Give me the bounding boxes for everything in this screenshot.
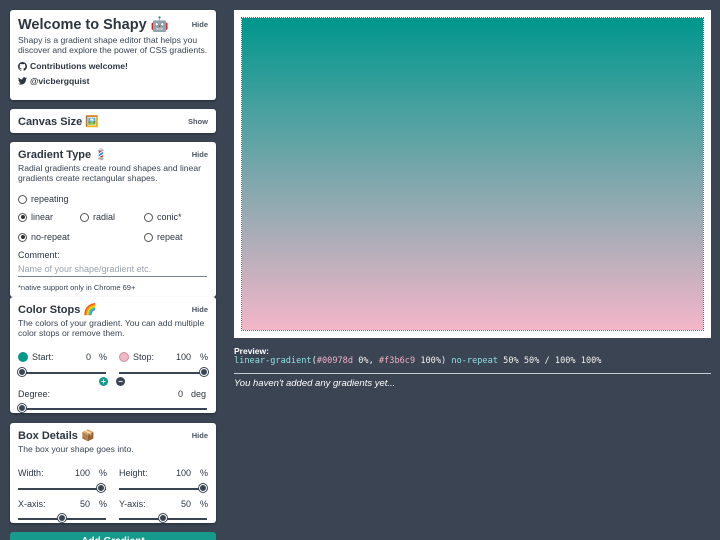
start-value[interactable]: 0 <box>61 352 91 362</box>
contributions-link[interactable]: Contributions welcome! <box>18 61 208 71</box>
preview-pos-2: 100% <box>420 356 442 366</box>
width-slider-thumb[interactable] <box>97 484 105 492</box>
box-details-hide-toggle[interactable]: Hide <box>192 431 208 440</box>
radio-circle <box>18 194 27 204</box>
add-stop-icon[interactable]: + <box>99 377 108 386</box>
stop-slider-track[interactable] <box>119 372 207 374</box>
height-slider-thumb[interactable] <box>199 484 207 492</box>
preview-divider <box>234 373 711 374</box>
radio-circle-selected <box>18 232 27 242</box>
twitter-link-label: @vicbergquist <box>30 76 90 86</box>
start-color-swatch[interactable] <box>18 352 28 362</box>
color-stops-hide-toggle[interactable]: Hide <box>192 305 208 314</box>
preview-color-1: #00978d <box>316 356 354 366</box>
radio-conic[interactable]: conic* <box>144 212 182 222</box>
xaxis-value[interactable]: 50 <box>60 499 90 509</box>
start-unit: % <box>99 352 108 362</box>
degree-label: Degree: <box>18 389 51 399</box>
gradient-type-hide-toggle[interactable]: Hide <box>192 150 208 159</box>
yaxis-label: Y-axis: <box>119 499 146 509</box>
height-slider-track[interactable] <box>119 488 207 490</box>
welcome-title: Welcome to Shapy 🤖 <box>18 17 169 33</box>
color-stops-title: Color Stops 🌈 <box>18 304 98 316</box>
conic-support-note: *native support only in Chrome 69+ <box>18 283 136 292</box>
canvas-size-show-toggle[interactable]: Show <box>188 117 208 126</box>
radio-circle <box>144 212 153 222</box>
radio-conic-label: conic* <box>157 212 182 222</box>
gradient-type-card: Gradient Type 💈 Hide Radial gradients cr… <box>10 142 216 297</box>
preview-repeat: no-repeat <box>451 356 498 366</box>
radio-repeat-label: repeat <box>157 232 183 242</box>
box-details-description: The box your shape goes into. <box>18 444 134 454</box>
add-gradient-button[interactable]: Add Gradient <box>10 532 216 540</box>
degree-unit: deg <box>191 389 207 399</box>
box-details-title: Box Details 📦 <box>18 430 95 442</box>
github-icon <box>18 61 27 71</box>
radio-linear[interactable]: linear <box>18 212 53 222</box>
degree-slider-track[interactable] <box>18 408 207 410</box>
preview-pos-1: 0% <box>358 356 369 366</box>
height-value[interactable]: 100 <box>161 468 191 478</box>
radio-circle <box>80 212 89 222</box>
degree-value[interactable]: 0 <box>153 389 183 399</box>
preview-code: linear-gradient(#00978d 0%, #f3b6c9 100%… <box>234 356 602 366</box>
stop-value[interactable]: 100 <box>161 352 191 362</box>
preview-label: Preview: <box>234 346 269 356</box>
radio-circle <box>144 232 153 242</box>
box-details-card: Box Details 📦 Hide The box your shape go… <box>10 423 216 523</box>
welcome-description: Shapy is a gradient shape editor that he… <box>18 35 208 55</box>
radio-repeat[interactable]: repeat <box>144 232 183 242</box>
twitter-link[interactable]: @vicbergquist <box>18 76 208 86</box>
stop-slider-thumb[interactable] <box>200 368 208 376</box>
contributions-link-label: Contributions welcome! <box>30 61 128 71</box>
start-label: Start: <box>32 352 54 362</box>
stop-color-swatch[interactable] <box>119 352 129 362</box>
start-slider-track[interactable] <box>18 372 106 374</box>
canvas-size-card: Canvas Size 🖼️ Show <box>10 109 216 133</box>
stop-unit: % <box>200 352 209 362</box>
gradient-type-title: Gradient Type 💈 <box>18 149 108 161</box>
yaxis-unit: % <box>200 499 209 509</box>
radio-circle-selected <box>18 212 27 222</box>
preview-function: linear-gradient <box>234 356 312 366</box>
preview-color-2: #f3b6c9 <box>378 356 416 366</box>
radio-radial-label: radial <box>93 212 116 222</box>
stop-label: Stop: <box>133 352 155 362</box>
radio-no-repeat-label: no-repeat <box>31 232 70 242</box>
remove-stop-icon[interactable]: − <box>116 377 125 386</box>
width-label: Width: <box>18 468 44 478</box>
canvas-frame <box>234 10 711 338</box>
radio-radial[interactable]: radial <box>80 212 115 222</box>
radio-no-repeat[interactable]: no-repeat <box>18 232 70 242</box>
preview-rest: 50% 50% / 100% 100% <box>503 356 602 366</box>
canvas-size-title: Canvas Size 🖼️ <box>18 116 99 128</box>
xaxis-label: X-axis: <box>18 499 46 509</box>
width-slider-track[interactable] <box>18 488 106 490</box>
radio-repeating[interactable]: repeating <box>18 194 69 204</box>
yaxis-slider-thumb[interactable] <box>159 514 167 522</box>
radio-repeating-label: repeating <box>31 194 69 204</box>
gradient-type-description: Radial gradients create round shapes and… <box>18 163 201 183</box>
empty-gradients-message: You haven't added any gradients yet... <box>234 378 396 389</box>
comment-input[interactable]: Name of your shape/gradient etc. <box>18 264 207 277</box>
welcome-card: Welcome to Shapy 🤖 Hide Shapy is a gradi… <box>10 10 216 100</box>
welcome-hide-toggle[interactable]: Hide <box>192 20 208 29</box>
start-slider-thumb[interactable] <box>18 368 26 376</box>
radio-linear-label: linear <box>31 212 54 222</box>
gradient-canvas[interactable] <box>241 17 704 331</box>
degree-slider-thumb[interactable] <box>18 404 26 412</box>
xaxis-unit: % <box>99 499 108 509</box>
width-unit: % <box>99 468 108 478</box>
twitter-icon <box>18 77 27 85</box>
comment-label: Comment: <box>18 250 60 260</box>
height-label: Height: <box>119 468 148 478</box>
color-stops-description: The colors of your gradient. You can add… <box>18 318 205 338</box>
yaxis-value[interactable]: 50 <box>161 499 191 509</box>
xaxis-slider-thumb[interactable] <box>58 514 66 522</box>
height-unit: % <box>200 468 209 478</box>
width-value[interactable]: 100 <box>60 468 90 478</box>
color-stops-card: Color Stops 🌈 Hide The colors of your gr… <box>10 297 216 413</box>
